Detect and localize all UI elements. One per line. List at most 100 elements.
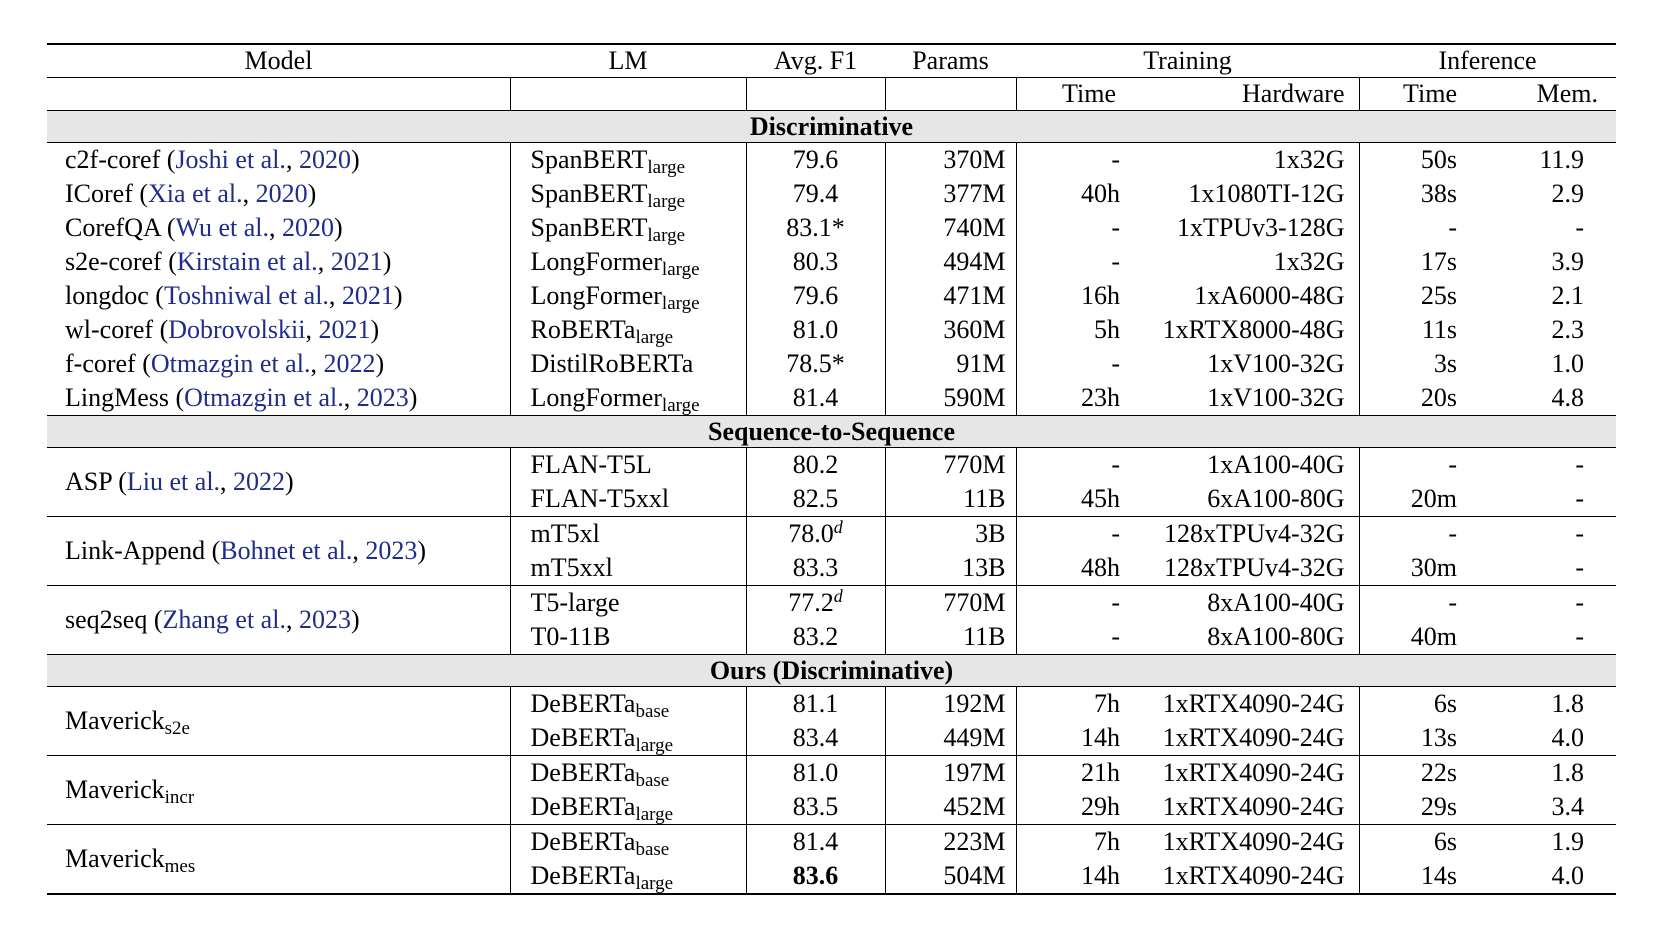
model-name: f-coref bbox=[65, 349, 136, 378]
train-time-cell: 7h bbox=[1015, 824, 1128, 859]
inf-time-cell: 30m bbox=[1358, 551, 1465, 586]
f1-cell: 79.6 bbox=[745, 279, 885, 313]
f1-value: 83.5 bbox=[792, 792, 839, 821]
mem-cell: 1.8 bbox=[1465, 755, 1617, 790]
f1-cell: 81.4 bbox=[745, 381, 885, 416]
header-empty-model bbox=[47, 77, 510, 111]
model-name: longdoc bbox=[65, 281, 149, 310]
f1-value: 82.5 bbox=[792, 484, 839, 513]
lm-name: LongFormer bbox=[530, 247, 662, 276]
mem-cell: - bbox=[1575, 553, 1585, 582]
citation-authors: Kirstain et al. bbox=[176, 247, 318, 276]
train-time-cell: 14h bbox=[1015, 859, 1128, 895]
params-cell: 471M bbox=[884, 279, 1016, 313]
citation-authors: Joshi et al. bbox=[175, 145, 286, 174]
params-cell: 223M bbox=[884, 824, 1016, 859]
f1-cell: 81.0 bbox=[745, 755, 885, 790]
lm-cell: DeBERTabase bbox=[509, 686, 746, 721]
train-time-cell: 23h bbox=[1015, 381, 1128, 416]
header-row-1: Model LM Avg. F1 Params Training Inferen… bbox=[47, 43, 1617, 78]
train-time-cell: 45h bbox=[1015, 482, 1128, 517]
params-cell: 449M bbox=[884, 721, 1016, 756]
f1-cell: 80.2 bbox=[745, 447, 885, 482]
lm-subscript: large bbox=[635, 735, 674, 756]
f1-value: 79.6 bbox=[792, 281, 839, 310]
lm-name: T5-large bbox=[530, 588, 620, 617]
params-cell: 91M bbox=[884, 347, 1016, 381]
header-inf-time: Time bbox=[1358, 77, 1465, 111]
params-cell: 770M bbox=[884, 585, 1016, 620]
train-time-cell: 16h bbox=[1015, 279, 1128, 313]
table-row: Link-Append (Bohnet et al., 2023) mT5xl 78… bbox=[47, 516, 1617, 586]
f1-cell: 83.2 bbox=[745, 620, 885, 655]
citation-year: 2023 bbox=[356, 383, 409, 412]
header-empty-lm bbox=[509, 77, 746, 111]
table-row: wl-coref (Dobrovolskii, 2021) RoBERTalarg… bbox=[47, 313, 1616, 347]
inf-time-cell: - bbox=[1358, 585, 1465, 620]
lm-cell: FLAN-T5xxl bbox=[509, 482, 746, 517]
table-row: ASP (Liu et al., 2022) FLAN-T5L 80.2 770M -1… bbox=[47, 447, 1616, 496]
section-ours: Ours (Discriminative) bbox=[47, 654, 1617, 687]
citation-authors: Zhang et al. bbox=[162, 605, 286, 634]
lm-name: SpanBERT bbox=[530, 145, 648, 174]
citation-year: 2020 bbox=[298, 145, 351, 174]
table-row: LingMess (Otmazgin et al., 2023) LongForm… bbox=[47, 381, 1616, 416]
table-row: seq2seq (Zhang et al., 2023) T5-large 77.2… bbox=[47, 585, 1617, 655]
lm-subscript: large bbox=[647, 157, 686, 177]
citation-year: 2020 bbox=[255, 179, 308, 208]
lm-cell: T0-11B bbox=[509, 620, 746, 655]
mem-cell: 4.8 bbox=[1551, 383, 1585, 412]
train-time-cell: - bbox=[1015, 142, 1128, 177]
lm-cell: LongFormerlarge bbox=[509, 381, 746, 416]
f1-value: 81.0 bbox=[792, 758, 839, 787]
hardware-cell: 128xTPUv4-32G bbox=[1128, 516, 1359, 551]
inf-time-cell: - bbox=[1358, 211, 1465, 245]
params-cell: 590M bbox=[884, 381, 1016, 416]
lm-subscript: large bbox=[647, 191, 686, 211]
train-time-cell: - bbox=[1015, 245, 1128, 279]
inf-time-cell: 6s bbox=[1358, 686, 1465, 721]
hardware-cell: 1xRTX4090-24G bbox=[1128, 859, 1359, 895]
lm-name: FLAN-T5xxl bbox=[530, 484, 670, 513]
hardware-cell: 1x1080TI-12G bbox=[1188, 179, 1345, 208]
header-mem: Mem. bbox=[1465, 77, 1617, 111]
citation-authors: Bohnet et al. bbox=[220, 536, 353, 565]
f1-value: 79.4 bbox=[792, 179, 839, 208]
hardware-cell: 1xRTX4090-24G bbox=[1128, 755, 1359, 790]
f1-cell: 77.2d bbox=[745, 585, 885, 620]
f1-value: 79.6 bbox=[792, 145, 839, 174]
model-cell: LingMess (Otmazgin et al., 2023) bbox=[65, 383, 418, 412]
header-row-2: Time Hardware Time Mem. bbox=[47, 77, 1617, 111]
mem-cell: - bbox=[1575, 484, 1585, 513]
lm-name: DeBERTa bbox=[530, 792, 636, 821]
inf-time-cell: 13s bbox=[1358, 721, 1465, 756]
train-time-cell: 48h bbox=[1015, 551, 1128, 586]
params-cell: 3B bbox=[884, 516, 1016, 551]
inf-time-cell: - bbox=[1358, 516, 1465, 551]
lm-name: LongFormer bbox=[530, 281, 662, 310]
header-lm: LM bbox=[510, 43, 746, 78]
model-name: CorefQA bbox=[65, 213, 161, 242]
inf-time-cell: 25s bbox=[1358, 279, 1465, 313]
lm-name: FLAN-T5L bbox=[530, 450, 652, 479]
f1-value: 83.3 bbox=[792, 553, 839, 582]
mem-cell: 4.0 bbox=[1465, 859, 1617, 895]
f1-cell: 83.4 bbox=[745, 721, 885, 756]
header-inference: Inference bbox=[1359, 43, 1617, 78]
mem-cell: 4.0 bbox=[1551, 723, 1585, 752]
model-subscript: incr bbox=[164, 787, 195, 808]
citation-authors: Toshniwal et al. bbox=[163, 281, 329, 310]
model-cell: CorefQA (Wu et al., 2020) bbox=[65, 213, 343, 242]
train-time-cell: - bbox=[1015, 447, 1128, 482]
inf-time-cell: 3s bbox=[1358, 347, 1465, 381]
inf-time-cell: 11s bbox=[1358, 313, 1465, 347]
header-model: Model bbox=[47, 43, 510, 78]
f1-value: 81.4 bbox=[792, 383, 839, 412]
f1-cell: 78.0d bbox=[745, 516, 885, 551]
train-time-cell: - bbox=[1015, 211, 1128, 245]
mem-cell: - bbox=[1575, 213, 1585, 242]
lm-name: DeBERTa bbox=[530, 827, 636, 856]
citation-authors: Dobrovolskii bbox=[168, 315, 306, 344]
model-cell: ICoref (Xia et al., 2020) bbox=[65, 179, 317, 208]
header-empty-params bbox=[884, 77, 1016, 111]
